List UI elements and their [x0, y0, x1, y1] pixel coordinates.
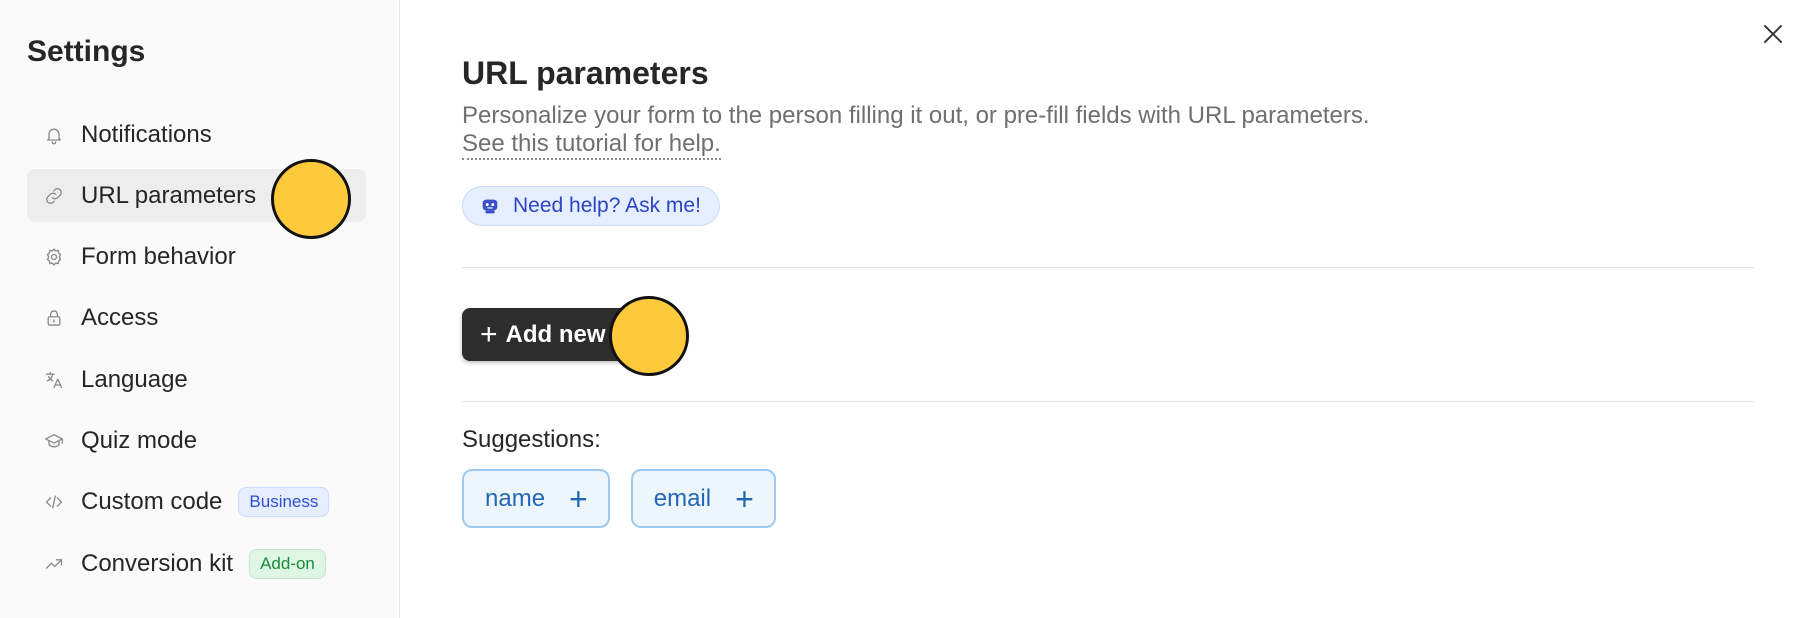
sidebar-item-notifications[interactable]: Notifications: [27, 108, 366, 161]
chip-label: email: [653, 484, 712, 512]
sidebar-item-label: Language: [81, 365, 188, 393]
link-icon: [43, 185, 65, 207]
divider: [462, 267, 1754, 268]
chip-label: name: [485, 484, 546, 512]
sidebar-item-label: Conversion kit: [81, 549, 234, 577]
sidebar-item-label: Form behavior: [81, 243, 236, 271]
add-new-label: Add new: [505, 320, 606, 348]
close-button[interactable]: [1757, 18, 1789, 50]
translate-icon: [43, 369, 65, 391]
sidebar-item-label: Quiz mode: [81, 426, 198, 454]
sidebar-item-label: Notifications: [81, 120, 212, 148]
sidebar-item-custom-code[interactable]: Custom code Business: [27, 476, 366, 529]
sidebar-item-language[interactable]: Language: [27, 353, 366, 406]
click-indicator: [271, 159, 351, 239]
sidebar-item-label: URL parameters: [81, 181, 257, 209]
suggestion-chip-name[interactable]: name +: [462, 469, 610, 528]
lock-icon: [43, 307, 65, 329]
settings-sidebar: Settings Notifications URL parameters Fo…: [0, 0, 400, 618]
suggestion-chips: name + email +: [462, 469, 776, 528]
code-icon: [43, 491, 65, 513]
help-button-label: Need help? Ask me!: [513, 194, 701, 217]
graduation-cap-icon: [43, 430, 65, 452]
sidebar-item-label: Access: [81, 304, 159, 332]
sidebar-title: Settings: [27, 35, 146, 68]
business-badge: Business: [238, 487, 330, 518]
gear-icon: [43, 246, 65, 268]
sidebar-item-access[interactable]: Access: [27, 292, 366, 345]
sidebar-item-label: Custom code: [81, 488, 223, 516]
robot-icon: [482, 199, 498, 214]
bell-icon: [43, 124, 65, 146]
sidebar-item-quiz-mode[interactable]: Quiz mode: [27, 414, 366, 467]
close-icon: [1764, 25, 1782, 43]
page-description: Personalize your form to the person fill…: [462, 102, 1370, 129]
trending-up-icon: [43, 553, 65, 575]
plus-icon: +: [735, 480, 754, 517]
page-title: URL parameters: [462, 55, 709, 91]
plus-icon: +: [569, 480, 588, 517]
ask-for-help-button[interactable]: Need help? Ask me!: [462, 186, 720, 226]
plus-icon: +: [480, 317, 498, 351]
divider: [462, 401, 1754, 402]
suggestions-label: Suggestions:: [462, 426, 601, 453]
sidebar-item-conversion-kit[interactable]: Conversion kit Add-on: [27, 537, 366, 590]
suggestion-chip-email[interactable]: email +: [630, 469, 776, 528]
tutorial-link[interactable]: See this tutorial for help.: [462, 129, 721, 160]
add-on-badge: Add-on: [249, 548, 326, 579]
click-indicator: [609, 296, 689, 376]
